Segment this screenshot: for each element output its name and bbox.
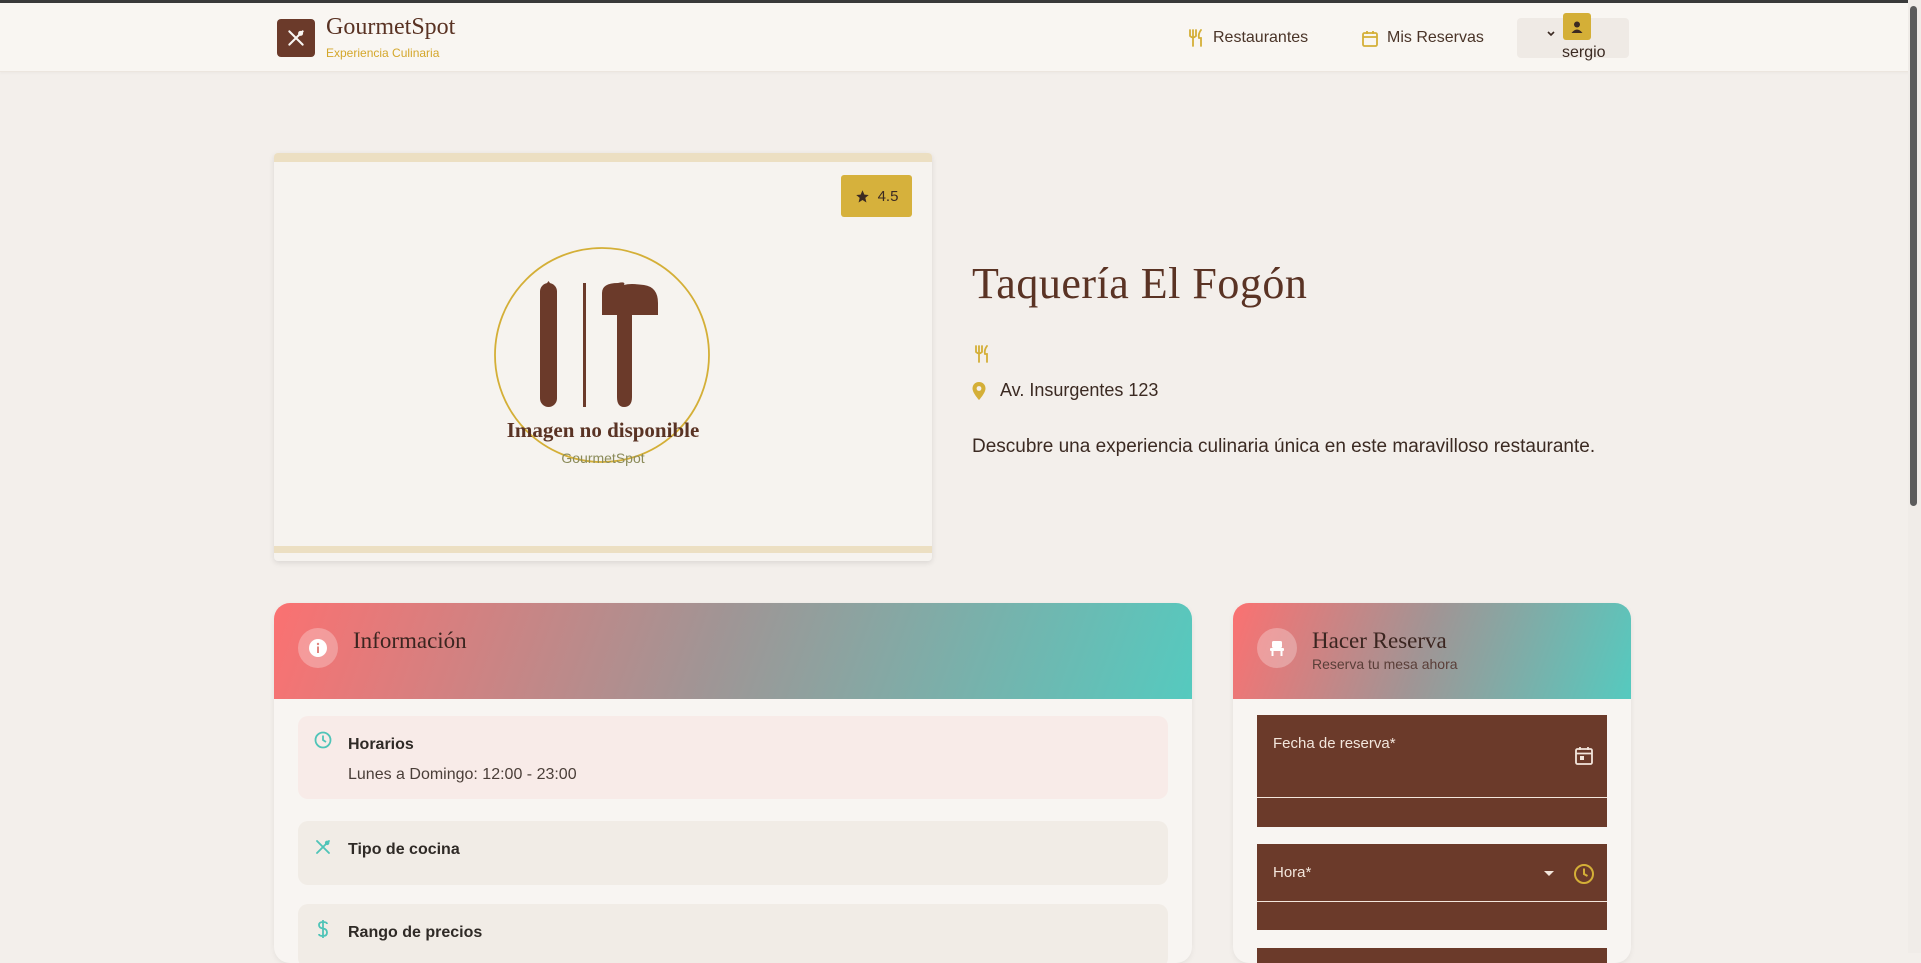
brand-logo[interactable] xyxy=(277,19,315,57)
time-select-underline xyxy=(1257,901,1607,902)
restaurant-address-text: Av. Insurgentes 123 xyxy=(1000,380,1159,400)
star-icon xyxy=(855,189,869,202)
brand-subtitle: Experiencia Culinaria xyxy=(326,46,440,60)
time-select[interactable]: Hora* xyxy=(1257,844,1607,930)
utensils-icon xyxy=(975,345,988,363)
clock-icon xyxy=(1574,864,1594,884)
nav-mis-reservas[interactable]: Mis Reservas xyxy=(1362,29,1484,47)
user-name: sergio xyxy=(1562,44,1606,61)
nav-restaurantes-label: Restaurantes xyxy=(1213,29,1309,46)
utensils-icon xyxy=(1189,29,1202,47)
image-placeholder-subtitle: GourmetSpot xyxy=(561,450,645,466)
restaurant-image-card: 4.5 Imagen no disponible GourmetSpot xyxy=(274,153,932,561)
info-card-header: Información xyxy=(274,603,1192,699)
date-field-label: Fecha de reserva* xyxy=(1273,735,1396,752)
reservation-card-subtitle: Reserva tu mesa ahora xyxy=(1312,656,1458,672)
utensils-crossed-icon xyxy=(316,840,330,854)
avatar xyxy=(1563,13,1591,40)
nav-mis-reservas-label: Mis Reservas xyxy=(1387,29,1484,46)
chevron-down-icon xyxy=(1547,31,1555,37)
time-select-label: Hora* xyxy=(1273,864,1312,881)
date-field[interactable]: Fecha de reserva* xyxy=(1257,715,1607,827)
info-row-rango-precios: Rango de precios xyxy=(298,904,1168,963)
image-placeholder-icon xyxy=(494,247,710,463)
info-row-title: Rango de precios xyxy=(348,924,483,941)
info-card-title: Información xyxy=(353,628,467,653)
date-field-underline xyxy=(1257,797,1607,798)
scrollbar-thumb[interactable] xyxy=(1910,6,1917,506)
image-band-bottom xyxy=(274,546,932,553)
restaurant-description: Descubre una experiencia culinaria única… xyxy=(972,436,1596,457)
fork-knife-icon xyxy=(288,30,304,46)
nav-restaurantes[interactable]: Restaurantes xyxy=(1188,29,1308,47)
brand-name[interactable]: GourmetSpot xyxy=(326,14,455,41)
info-icon xyxy=(309,639,327,657)
reservation-card: Hacer Reserva Reserva tu mesa ahora Fech… xyxy=(1233,603,1631,963)
info-icon-wrap xyxy=(298,628,338,668)
next-field[interactable] xyxy=(1257,948,1607,963)
info-card: Información Horarios Lunes a Domingo: 12… xyxy=(274,603,1192,963)
info-row-horarios: Horarios Lunes a Domingo: 12:00 - 23:00 xyxy=(298,716,1168,799)
restaurant-name: Taquería El Fogón xyxy=(972,259,1308,308)
calendar-icon xyxy=(1362,30,1378,47)
image-placeholder-title: Imagen no disponible xyxy=(506,418,700,442)
dollar-icon xyxy=(318,920,328,938)
reservation-card-header: Hacer Reserva Reserva tu mesa ahora xyxy=(1233,603,1631,699)
chair-icon-wrap xyxy=(1257,628,1297,668)
top-navbar: GourmetSpot Experiencia Culinaria Restau… xyxy=(0,3,1921,72)
calendar-icon[interactable] xyxy=(1575,746,1593,765)
rating-badge: 4.5 xyxy=(841,175,912,217)
info-row-text: Lunes a Domingo: 12:00 - 23:00 xyxy=(348,766,577,783)
location-pin-icon xyxy=(972,381,986,400)
info-row-title: Horarios xyxy=(348,736,414,753)
clock-icon xyxy=(314,731,332,749)
reservation-card-title: Hacer Reserva xyxy=(1312,628,1447,653)
caret-down-icon[interactable] xyxy=(1543,870,1555,878)
user-icon xyxy=(1571,21,1583,33)
chair-icon xyxy=(1270,641,1284,656)
rating-value: 4.5 xyxy=(877,187,899,205)
info-row-tipo-cocina: Tipo de cocina xyxy=(298,821,1168,885)
info-row-title: Tipo de cocina xyxy=(348,841,460,858)
restaurant-address: Av. Insurgentes 123 xyxy=(972,380,1158,401)
